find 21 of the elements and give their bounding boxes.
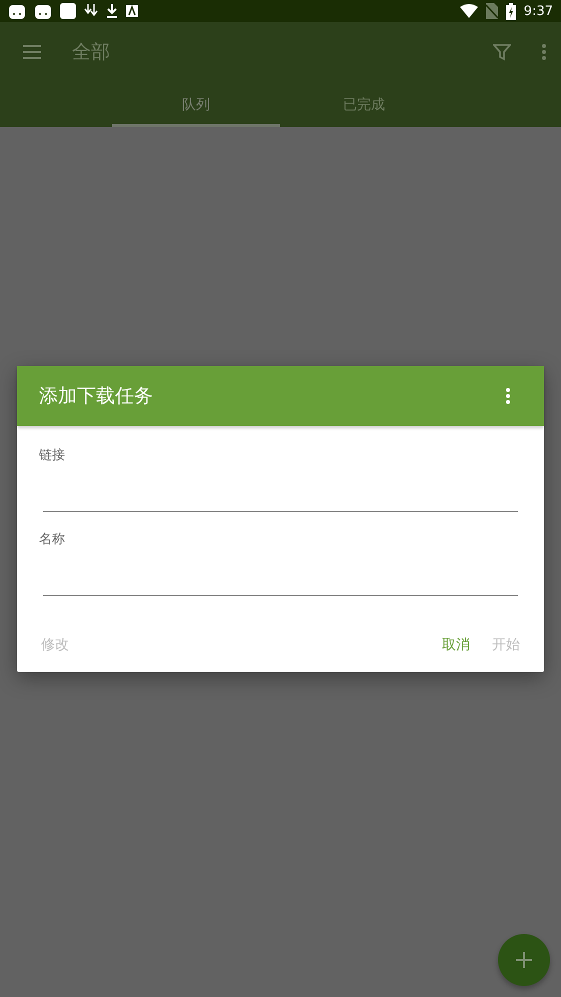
dialog-title: 添加下载任务 (39, 384, 154, 409)
field-label: 名称 (39, 531, 66, 548)
toolbar-title: 全部 (72, 40, 111, 65)
tab[interactable]: 队列 (112, 82, 280, 127)
add-button[interactable] (498, 934, 550, 986)
filter-icon[interactable] (493, 43, 511, 61)
plus-icon (516, 952, 532, 968)
no-sim-icon (486, 3, 498, 19)
field-label: 链接 (39, 447, 66, 464)
square-notification-icon (60, 3, 76, 19)
text-box-icon (126, 5, 138, 17)
more-options-icon[interactable] (541, 43, 547, 61)
wifi-icon (460, 4, 478, 18)
download-icon (106, 3, 118, 19)
status-time: 9:37 (524, 4, 553, 18)
menu-icon[interactable] (22, 44, 42, 60)
battery-charging-icon (506, 2, 516, 20)
dialog-button[interactable]: 取消 (440, 632, 472, 658)
tab[interactable]: 已完成 (280, 82, 448, 127)
more-options-icon[interactable] (505, 387, 511, 405)
download-arrows-icon (84, 3, 98, 19)
